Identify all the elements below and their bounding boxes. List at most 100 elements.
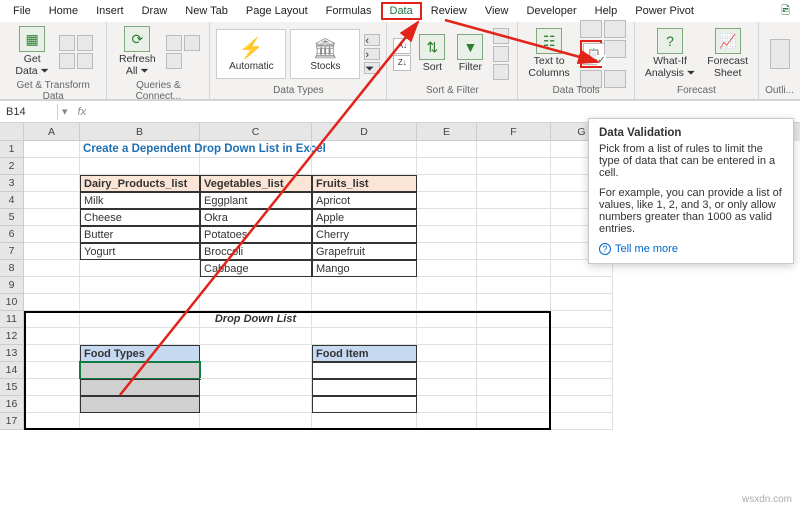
cell[interactable]	[312, 294, 417, 311]
select-all-corner[interactable]	[0, 123, 24, 141]
from-table-icon[interactable]	[59, 53, 75, 69]
tab-insert[interactable]: Insert	[87, 2, 133, 20]
row-header[interactable]: 9	[0, 277, 24, 294]
row-header[interactable]: 7	[0, 243, 24, 260]
refresh-all-button[interactable]: ⟳ Refresh All ⏷	[115, 24, 160, 79]
row-header[interactable]: 17	[0, 413, 24, 430]
sort-za-icon[interactable]: Z↓	[393, 55, 411, 71]
clear-filter-icon[interactable]	[493, 28, 509, 44]
cell[interactable]	[200, 294, 312, 311]
tab-data[interactable]: Data	[381, 2, 422, 20]
row-header[interactable]: 4	[0, 192, 24, 209]
cell[interactable]	[24, 209, 80, 226]
row-header[interactable]: 11	[0, 311, 24, 328]
tab-page-layout[interactable]: Page Layout	[237, 2, 317, 20]
data-validation-button[interactable]: 📋	[583, 43, 605, 65]
tab-newtab[interactable]: New Tab	[176, 2, 237, 20]
col-header[interactable]: C	[200, 123, 312, 141]
from-text-icon[interactable]	[59, 35, 75, 51]
cell[interactable]	[312, 141, 417, 158]
cell[interactable]: Broccoli	[200, 243, 312, 260]
cell[interactable]	[24, 175, 80, 192]
row-header[interactable]: 12	[0, 328, 24, 345]
what-if-button[interactable]: ? What-If Analysis ⏷	[641, 26, 699, 81]
tab-review[interactable]: Review	[422, 2, 476, 20]
cell[interactable]	[312, 277, 417, 294]
cell[interactable]	[477, 277, 551, 294]
tab-home[interactable]: Home	[40, 2, 87, 20]
cell[interactable]	[551, 396, 613, 413]
cell[interactable]	[24, 158, 80, 175]
col-header[interactable]: A	[24, 123, 80, 141]
cell[interactable]	[417, 209, 477, 226]
cell[interactable]: Grapefruit	[312, 243, 417, 260]
cell[interactable]	[80, 260, 200, 277]
fx-icon[interactable]: fx	[72, 106, 93, 118]
row-header[interactable]: 3	[0, 175, 24, 192]
cell[interactable]: Cheese	[80, 209, 200, 226]
col-header[interactable]: B	[80, 123, 200, 141]
cell[interactable]	[477, 243, 551, 260]
row-header[interactable]: 2	[0, 158, 24, 175]
sort-button[interactable]: ⇅ Sort	[415, 32, 449, 76]
properties-icon[interactable]	[184, 35, 200, 51]
get-data-button[interactable]: ▦ Get Data ⏷	[11, 24, 53, 79]
forecast-sheet-button[interactable]: 📈 Forecast Sheet	[703, 26, 752, 81]
row-header[interactable]: 6	[0, 226, 24, 243]
cell[interactable]: Fruits_list	[312, 175, 417, 192]
cell[interactable]	[24, 226, 80, 243]
cell[interactable]	[24, 192, 80, 209]
tab-file[interactable]: File	[4, 2, 40, 20]
cell[interactable]: Create a Dependent Drop Down List in Exc…	[80, 141, 200, 158]
cell[interactable]	[551, 345, 613, 362]
namebox-dropdown-icon[interactable]: ▾	[58, 105, 72, 118]
cell[interactable]	[417, 226, 477, 243]
tab-draw[interactable]: Draw	[133, 2, 177, 20]
queries-connections-icon[interactable]	[166, 35, 182, 51]
data-type-automatic[interactable]: ⚡ Automatic	[216, 29, 286, 79]
cell[interactable]	[417, 158, 477, 175]
cell[interactable]: Yogurt	[80, 243, 200, 260]
cell[interactable]	[551, 379, 613, 396]
edit-links-icon[interactable]	[166, 53, 182, 69]
row-header[interactable]: 5	[0, 209, 24, 226]
cell[interactable]	[24, 141, 80, 158]
cell[interactable]: Apricot	[312, 192, 417, 209]
cell[interactable]	[417, 141, 477, 158]
remove-duplicates-icon[interactable]	[604, 20, 626, 38]
cell[interactable]	[80, 158, 200, 175]
cell[interactable]	[80, 277, 200, 294]
cell[interactable]	[200, 141, 312, 158]
cell[interactable]	[417, 243, 477, 260]
cell[interactable]	[551, 311, 613, 328]
data-type-more-icon[interactable]: ⏷	[364, 62, 380, 74]
tell-me-more-link[interactable]: ? Tell me more	[599, 243, 783, 255]
cell[interactable]	[417, 192, 477, 209]
cell[interactable]: Okra	[200, 209, 312, 226]
advanced-filter-icon[interactable]	[493, 64, 509, 80]
text-to-columns-button[interactable]: ☷ Text to Columns	[524, 26, 573, 81]
consolidate-icon[interactable]	[604, 40, 626, 58]
cell[interactable]	[551, 294, 613, 311]
cell[interactable]: Cherry	[312, 226, 417, 243]
cell[interactable]: Potatoes	[200, 226, 312, 243]
data-type-stocks[interactable]: 🏛 Stocks	[290, 29, 360, 79]
row-header[interactable]: 1	[0, 141, 24, 158]
row-header[interactable]: 16	[0, 396, 24, 413]
reapply-icon[interactable]	[493, 46, 509, 62]
cell[interactable]	[477, 260, 551, 277]
cell[interactable]: Butter	[80, 226, 200, 243]
cell[interactable]: Vegetables_list	[200, 175, 312, 192]
cell[interactable]	[477, 158, 551, 175]
cell[interactable]	[24, 277, 80, 294]
cell[interactable]	[477, 175, 551, 192]
data-type-next-icon[interactable]: ›	[364, 48, 380, 60]
cell[interactable]	[551, 413, 613, 430]
cell[interactable]	[551, 362, 613, 379]
filter-button[interactable]: ▼ Filter	[453, 32, 487, 76]
name-box[interactable]: B14	[0, 104, 58, 120]
data-type-prev-icon[interactable]: ‹	[364, 34, 380, 46]
cell[interactable]	[24, 243, 80, 260]
cell[interactable]: Dairy_Products_list	[80, 175, 200, 192]
cell[interactable]	[477, 226, 551, 243]
